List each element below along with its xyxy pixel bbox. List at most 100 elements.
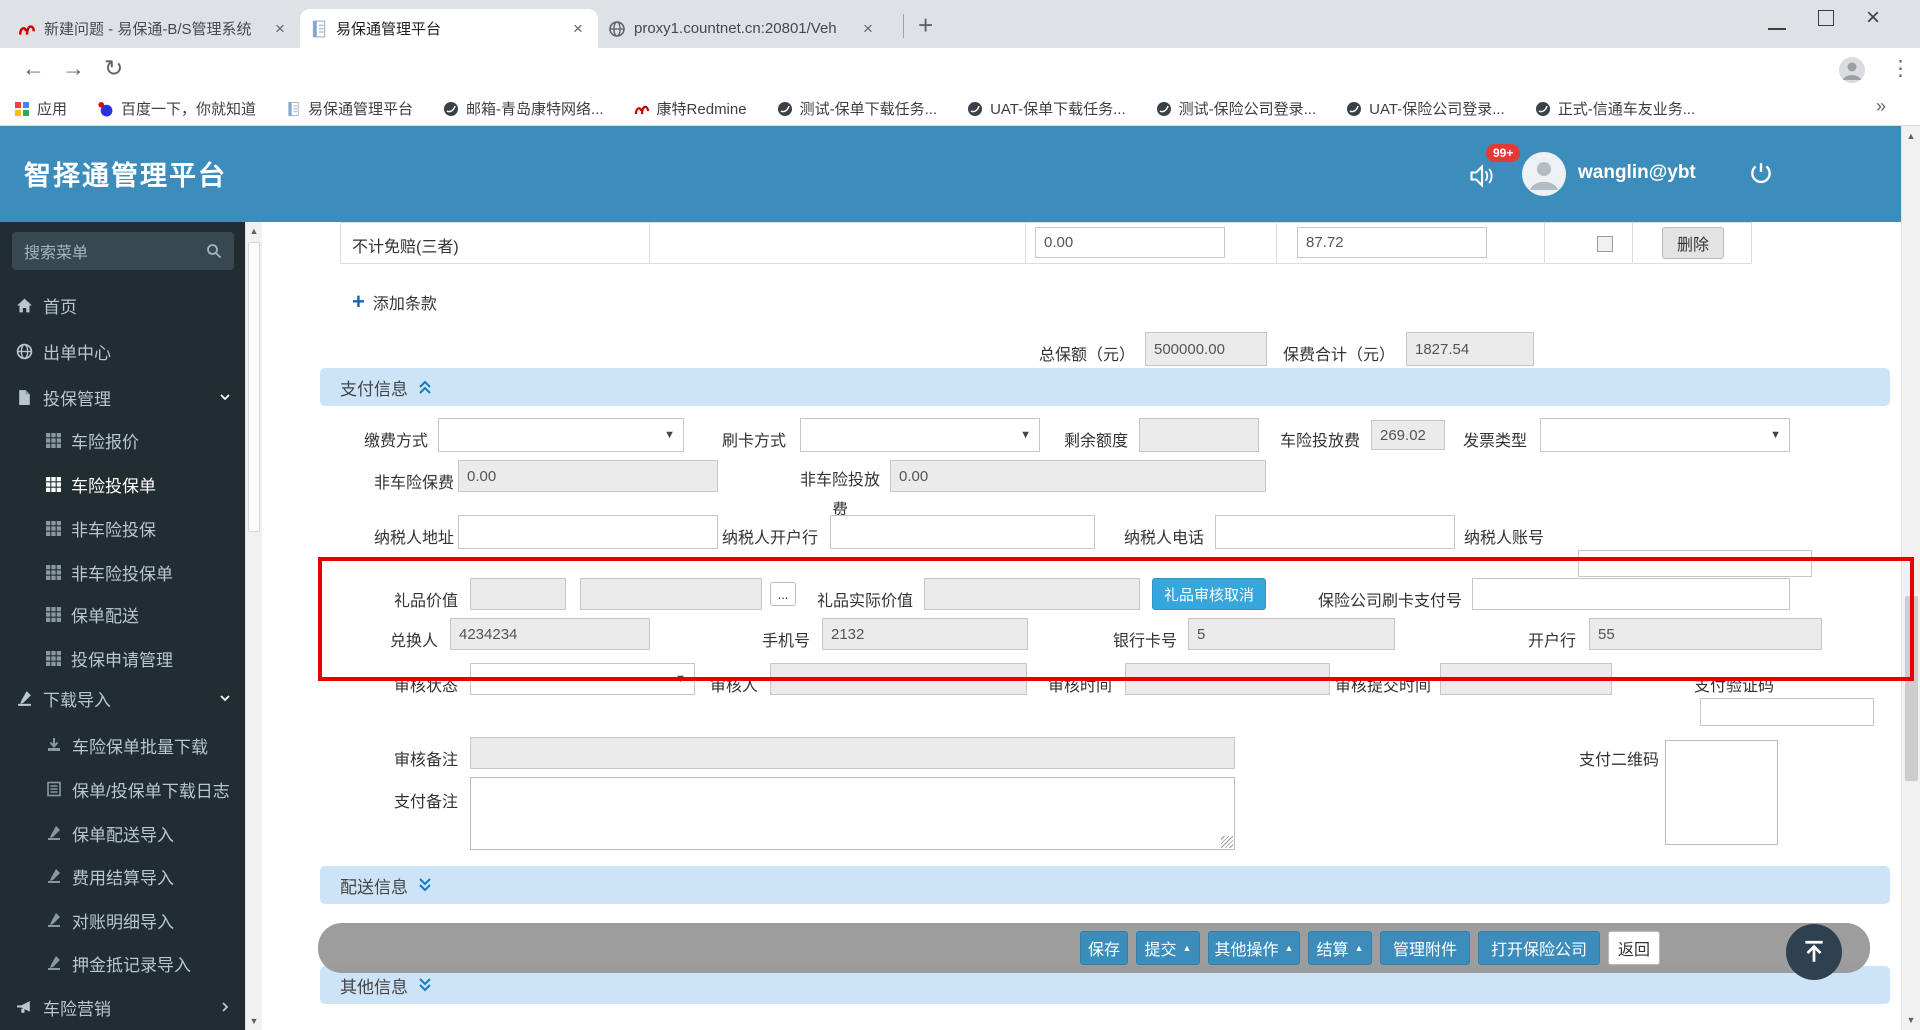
clause-fee-input[interactable]: 87.72 (1297, 227, 1487, 258)
sidebar-item-policy-delivery[interactable]: 保单配送 (0, 593, 245, 635)
apps-grid-icon (15, 101, 29, 116)
bookmark-redmine[interactable]: 康特Redmine (634, 98, 747, 119)
sidebar-item-vehicle-marketing[interactable]: 车险营销 (0, 986, 245, 1028)
select-caret-icon: ▼ (675, 673, 686, 685)
speaker-icon[interactable] (1468, 162, 1496, 190)
sidebar-item-apply-mgmt[interactable]: 投保申请管理 (0, 637, 245, 679)
tax-address-input[interactable] (458, 515, 718, 549)
bookmark-ybt[interactable]: 易保通管理平台 (286, 98, 413, 119)
invoice-type-label: 发票类型 (1463, 433, 1528, 450)
browser-tab-proxy[interactable]: proxy1.countnet.cn:20801/Veh × (598, 9, 888, 48)
page-scrollbar-thumb[interactable] (1905, 596, 1918, 781)
sidebar-item-batch-download[interactable]: 车险保单批量下载 (0, 724, 245, 766)
card-method-select[interactable]: ▼ (800, 418, 1040, 452)
gift-cancel-button[interactable]: 礼品审核取消 (1152, 578, 1266, 610)
resize-grip[interactable] (1221, 836, 1233, 848)
new-tab-button[interactable]: + (918, 10, 933, 41)
sidebar-item-label: 非车险投保单 (71, 564, 173, 584)
pay-method-select[interactable]: ▼ (438, 418, 684, 452)
table-divider (1276, 223, 1277, 263)
bookmark-mail[interactable]: 邮箱-青岛康特网络... (443, 98, 604, 119)
manage-attachments-button[interactable]: 管理附件 (1380, 931, 1470, 965)
sidebar-item-vehicle-quote[interactable]: 车险报价 (0, 419, 245, 461)
expand-down-icon[interactable] (418, 977, 432, 993)
page-scrollbar[interactable]: ▲ ▼ (1901, 126, 1920, 1030)
profile-avatar-icon[interactable] (1838, 56, 1866, 84)
forward-icon[interactable]: → (62, 57, 85, 80)
settle-button[interactable]: 结算 ▲ (1308, 931, 1372, 965)
bookmark-prod[interactable]: 正式-信通车友业务... (1535, 98, 1696, 119)
bookmark-test-login[interactable]: 测试-保险公司登录... (1156, 98, 1316, 119)
company-card-input[interactable] (1472, 578, 1790, 610)
sidebar-item-download-log[interactable]: 保单/投保单下载日志 (0, 768, 245, 810)
back-icon[interactable]: ← (22, 57, 45, 80)
delivery-section-header[interactable]: 配送信息 (320, 866, 1890, 904)
submit-button[interactable]: 提交 ▲ (1136, 931, 1200, 965)
clause-premium-input[interactable]: 0.00 (1035, 227, 1225, 258)
collapse-up-icon[interactable] (418, 379, 432, 395)
scroll-down-icon[interactable]: ▼ (246, 1016, 262, 1026)
search-placeholder: 搜索菜单 (24, 245, 89, 262)
veh-fee-input: 269.02 (1371, 420, 1445, 450)
sidebar-item-nonvehicle-insure[interactable]: 非车险投保 (0, 507, 245, 549)
expand-down-icon[interactable] (418, 877, 432, 893)
window-close-button[interactable]: × (1866, 4, 1880, 32)
search-icon[interactable] (206, 243, 222, 259)
import-icon (48, 913, 60, 927)
pay-verify-code-input[interactable] (1700, 698, 1874, 726)
sidebar-scrollbar[interactable]: ▲ ▼ (245, 222, 262, 1030)
tab-close-icon[interactable]: × (270, 19, 290, 39)
username[interactable]: wanglin@ybt (1578, 162, 1696, 184)
back-button[interactable]: 返回 (1608, 931, 1660, 965)
sidebar-item-delivery-import[interactable]: 保单配送导入 (0, 812, 245, 854)
other-ops-button[interactable]: 其他操作 ▲ (1208, 931, 1300, 965)
user-avatar[interactable] (1522, 152, 1566, 196)
sidebar-item-reconcile-import[interactable]: 对账明细导入 (0, 899, 245, 941)
payment-section-header[interactable]: 支付信息 (320, 368, 1890, 406)
window-maximize-button[interactable] (1818, 10, 1834, 26)
invoice-type-select[interactable]: ▼ (1540, 418, 1790, 452)
tax-phone-input[interactable] (1215, 515, 1455, 549)
browser-tab-redmine[interactable]: 新建问题 - 易保通-B/S管理系统 × (8, 9, 300, 48)
logout-power-icon[interactable] (1748, 160, 1774, 186)
bookmark-uat-download[interactable]: UAT-保单下载任务... (967, 98, 1126, 119)
sidebar-item-deposit-import[interactable]: 押金抵记录导入 (0, 942, 245, 984)
tab-close-icon[interactable]: × (858, 19, 878, 39)
bookmarks-overflow-icon[interactable]: » (1876, 96, 1886, 117)
tab-close-icon[interactable]: × (568, 19, 588, 39)
gift-browse-button[interactable]: ... (770, 582, 796, 606)
sidebar-scrollbar-thumb[interactable] (248, 242, 260, 532)
browser-menu-icon[interactable]: ⋮ (1890, 56, 1911, 81)
add-clause-link[interactable]: + 添加条款 (352, 290, 437, 314)
bookmark-apps[interactable]: 应用 (14, 98, 67, 119)
sidebar-item-nonvehicle-application[interactable]: 非车险投保单 (0, 551, 245, 593)
window-minimize-button[interactable] (1768, 12, 1786, 30)
search-input[interactable]: 搜索菜单 (12, 232, 234, 270)
sidebar-item-policy-mgmt[interactable]: 投保管理 (0, 376, 245, 418)
sidebar-item-issue-center[interactable]: 出单中心 (0, 330, 245, 372)
sidebar-item-vehicle-application[interactable]: 车险投保单 (0, 463, 245, 505)
audit-status-select[interactable]: ▼ (470, 663, 695, 695)
clause-delete-button[interactable]: 删除 (1662, 227, 1724, 259)
scroll-down-icon[interactable]: ▼ (1902, 1015, 1920, 1025)
sidebar-item-download-import[interactable]: 下载导入 (0, 677, 245, 719)
pay-remark-textarea[interactable] (470, 777, 1235, 850)
scroll-up-icon[interactable]: ▲ (246, 226, 262, 236)
reload-icon[interactable]: ↻ (104, 57, 123, 80)
sidebar-item-home[interactable]: 首页 (0, 284, 245, 326)
download-icon (48, 738, 60, 751)
tax-account-input[interactable] (1578, 550, 1812, 577)
browser-tab-active[interactable]: 易保通管理平台 × (300, 9, 598, 48)
bookmark-test-download[interactable]: 测试-保单下载任务... (777, 98, 937, 119)
clause-checkbox[interactable] (1597, 236, 1613, 252)
bookmark-label: 正式-信通车友业务... (1557, 101, 1696, 118)
scroll-up-icon[interactable]: ▲ (1902, 131, 1920, 141)
open-insurer-button[interactable]: 打开保险公司 (1478, 931, 1600, 965)
tax-bank-input[interactable] (830, 515, 1095, 549)
sidebar-item-fee-settle-import[interactable]: 费用结算导入 (0, 855, 245, 897)
grid-icon (46, 476, 61, 492)
bookmark-uat-login[interactable]: UAT-保险公司登录... (1346, 98, 1505, 119)
back-to-top-button[interactable] (1786, 924, 1842, 980)
save-button[interactable]: 保存 (1080, 931, 1128, 965)
bookmark-baidu[interactable]: 百度一下，你就知道 (97, 98, 256, 119)
